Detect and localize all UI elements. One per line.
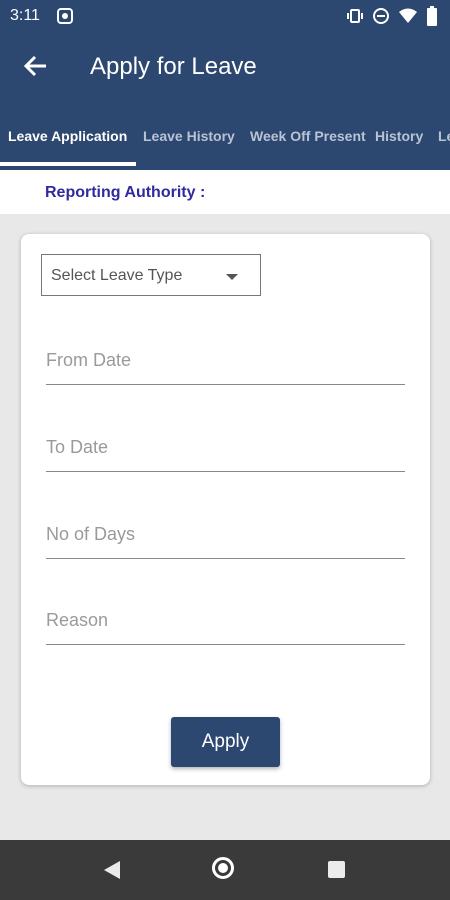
reason-field xyxy=(46,604,405,645)
nav-back-icon[interactable] xyxy=(104,861,120,879)
to-date-field xyxy=(46,431,405,472)
back-arrow-icon[interactable] xyxy=(22,52,50,80)
leave-type-selected: Select Leave Type xyxy=(51,267,183,284)
tab-partial[interactable]: Le xyxy=(438,128,450,144)
reason-input[interactable] xyxy=(46,610,405,631)
tab-leave-application[interactable]: Leave Application xyxy=(8,128,127,144)
do-not-disturb-icon xyxy=(373,8,389,24)
active-tab-indicator xyxy=(0,162,136,166)
status-icons xyxy=(346,6,438,26)
app-bar: Apply for Leave xyxy=(0,32,450,104)
reporting-authority-label: Reporting Authority : xyxy=(45,184,206,201)
status-time: 3:11 xyxy=(10,7,40,24)
leave-type-select[interactable]: Select Leave Type xyxy=(41,254,261,296)
from-date-input[interactable] xyxy=(46,350,405,371)
page-title: Apply for Leave xyxy=(90,53,257,80)
no-of-days-field xyxy=(46,518,405,559)
tab-leave-history[interactable]: Leave History xyxy=(143,128,235,144)
dropdown-caret-icon xyxy=(226,274,238,280)
reporting-authority-bar: Reporting Authority : xyxy=(0,170,450,214)
to-date-input[interactable] xyxy=(46,437,405,458)
nav-home-icon[interactable] xyxy=(212,857,234,879)
battery-icon xyxy=(427,6,437,26)
app-notification-icon xyxy=(57,8,73,24)
no-of-days-input[interactable] xyxy=(46,524,405,545)
vibrate-icon xyxy=(347,9,363,23)
leave-form-card: Select Leave Type Apply xyxy=(21,234,430,785)
status-bar: 3:11 xyxy=(0,0,450,32)
nav-recents-icon[interactable] xyxy=(328,861,345,878)
tab-history[interactable]: History xyxy=(375,128,423,144)
from-date-field xyxy=(46,344,405,385)
tab-week-off-present[interactable]: Week Off Present xyxy=(250,128,366,144)
tab-bar: Leave Application Leave History Week Off… xyxy=(0,104,450,170)
wifi-icon xyxy=(399,8,417,23)
apply-button[interactable]: Apply xyxy=(171,717,280,767)
